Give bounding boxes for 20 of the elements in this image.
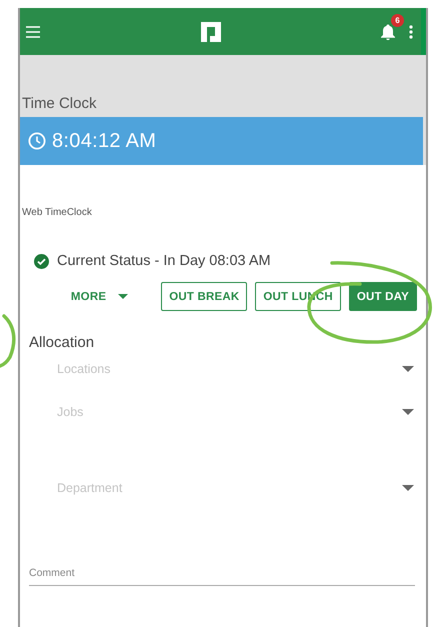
clock-icon [28,132,46,150]
caret-icon [118,294,128,299]
caret-icon [402,366,414,372]
comment-field[interactable]: Comment [29,567,415,586]
more-button[interactable]: MORE [64,282,136,311]
caret-icon [402,485,414,491]
status-text: Current Status - In Day 08:03 AM [57,253,271,269]
section-title: Time Clock [21,95,98,114]
allocation-heading: Allocation [28,333,96,352]
more-icon[interactable] [409,24,413,38]
card-title: Web TimeClock [21,206,93,219]
menu-icon[interactable] [26,26,40,38]
caret-icon [402,409,414,415]
logo-icon [200,22,220,42]
check-icon [34,254,49,268]
action-button[interactable]: OUT BREAK [161,282,248,311]
bell-icon[interactable] [381,24,395,40]
clock-time: 8:04:12 AM [52,130,156,152]
notification-badge: 6 [391,14,404,26]
primary-button[interactable]: OUT DAY [348,282,417,311]
